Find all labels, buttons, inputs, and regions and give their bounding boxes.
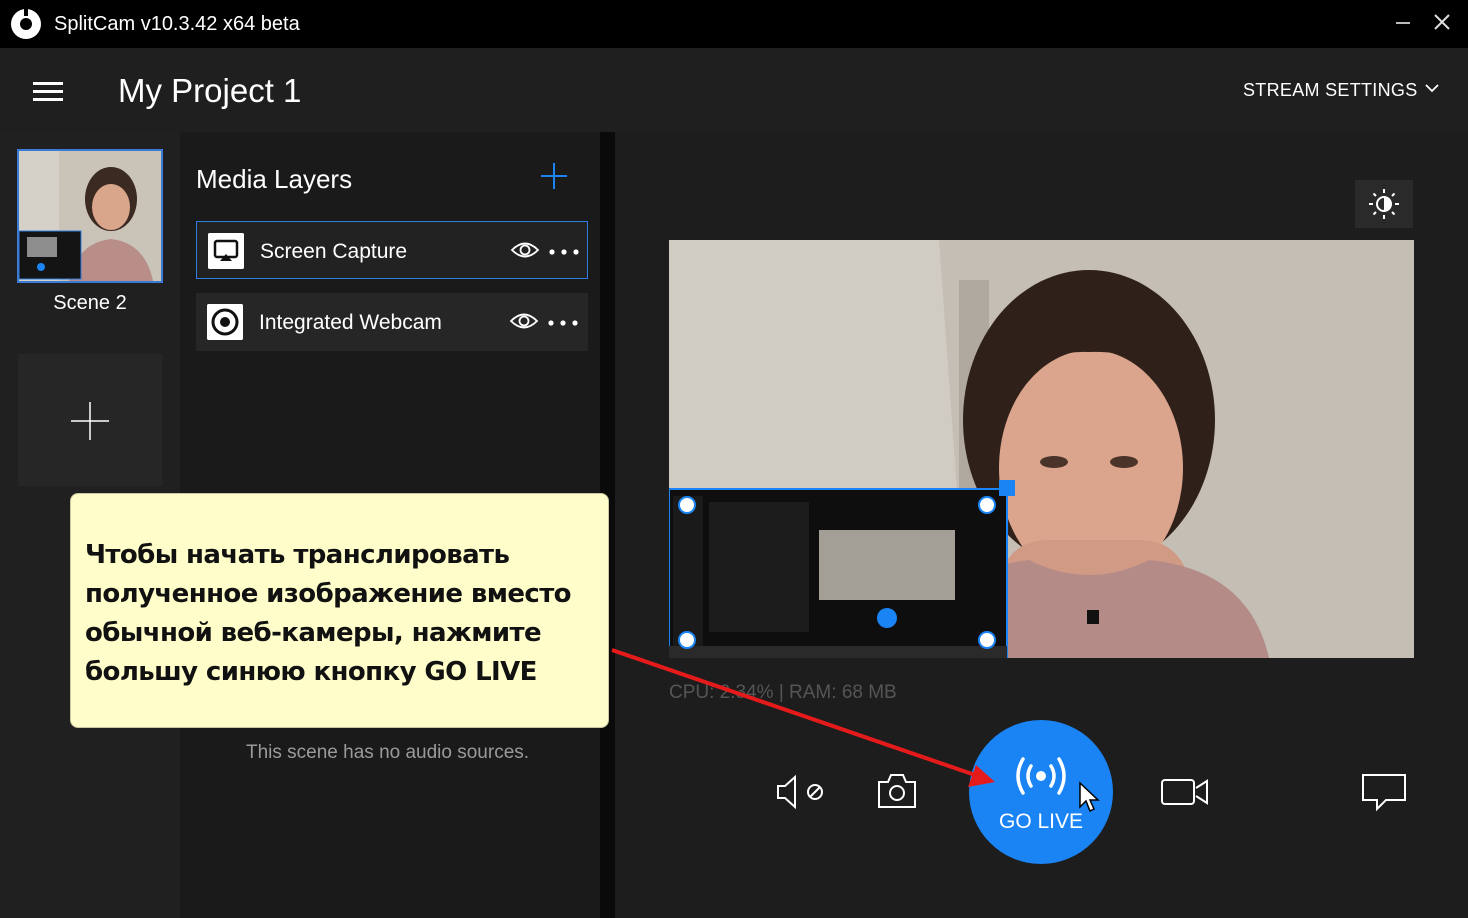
layer-item-integrated-webcam[interactable]: Integrated Webcam [196,293,588,351]
broadcast-icon [1016,757,1066,795]
visibility-eye-icon[interactable] [510,238,540,262]
title-bar: SplitCam v10.3.42 x64 beta [0,0,1468,48]
snapshot-camera-button[interactable] [876,772,918,810]
brightness-icon [1369,189,1399,219]
mute-audio-button[interactable] [775,774,827,810]
webcam-preview-image [669,240,1414,658]
scene-label: Scene 2 [53,292,127,314]
chevron-down-icon[interactable] [1424,82,1440,94]
no-audio-message: This scene has no audio sources. [246,742,530,763]
brightness-button[interactable] [1355,180,1413,228]
scene-thumbnail[interactable] [17,149,163,283]
screen-capture-icon [208,233,244,269]
more-options-icon[interactable] [549,249,579,255]
splitcam-logo-icon [11,7,41,39]
minimize-button[interactable] [1396,22,1410,24]
window-title: SplitCam v10.3.42 x64 beta [54,13,300,35]
media-layers-title: Media Layers [196,164,353,194]
layer-label: Screen Capture [260,240,408,263]
instruction-callout: Чтобы начать транслировать полученное из… [70,493,609,728]
performance-stats: CPU: 2.34% | RAM: 68 MB [669,682,897,703]
mouse-cursor-icon [1079,781,1100,813]
webcam-icon [207,304,243,340]
layer-label: Integrated Webcam [259,311,442,334]
preview-video[interactable] [669,240,1414,658]
scene-preview-image [19,151,161,281]
add-layer-button[interactable] [540,162,568,190]
plus-icon [71,402,109,440]
stream-settings-button[interactable]: STREAM SETTINGS [1243,80,1418,101]
add-scene-button[interactable] [18,354,162,486]
project-title[interactable]: My Project 1 [118,72,301,110]
app-header: My Project 1 STREAM SETTINGS [0,48,1468,132]
instruction-text: Чтобы начать транслировать полученное из… [85,540,572,687]
more-options-icon[interactable] [548,320,578,326]
layer-item-screen-capture[interactable]: Screen Capture [196,221,588,279]
chat-button[interactable] [1360,772,1408,812]
close-window-button[interactable] [1430,10,1454,34]
menu-button[interactable] [33,82,63,102]
record-video-button[interactable] [1160,776,1210,808]
visibility-eye-icon[interactable] [509,309,539,333]
go-live-label: GO LIVE [998,810,1084,833]
